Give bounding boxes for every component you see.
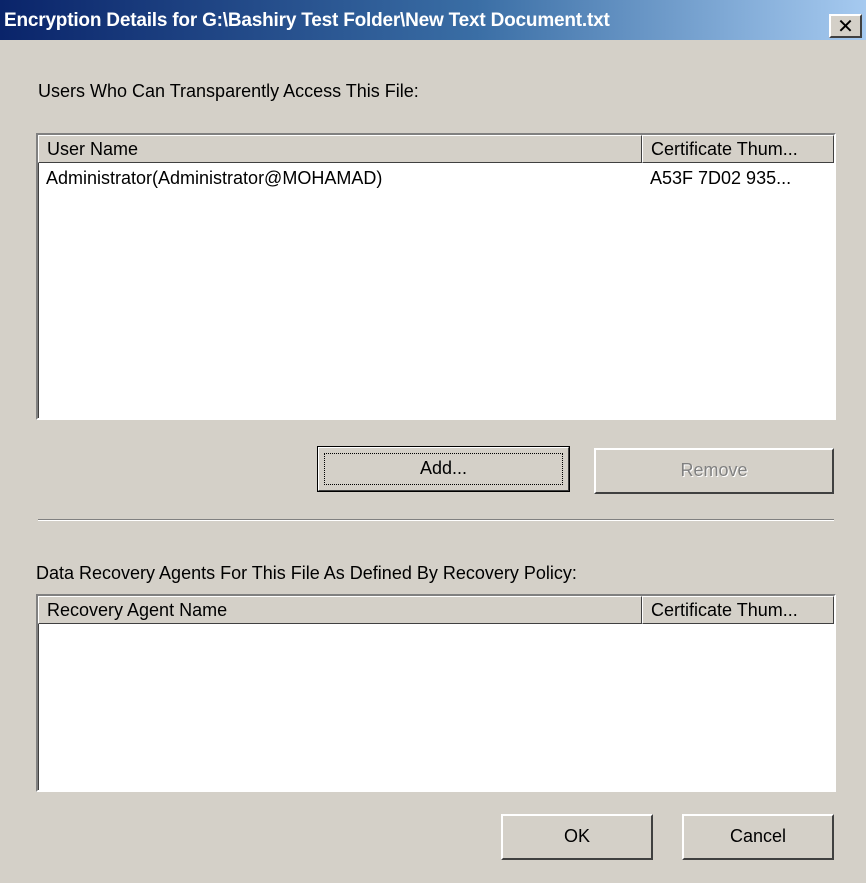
close-button[interactable]: ✕ [829,14,862,38]
thumbprint-cell: A53F 7D02 935... [650,168,792,188]
user-name-cell: Administrator(Administrator@MOHAMAD) [46,168,383,188]
users-list-header: User Name Certificate Thum... [38,135,834,163]
table-row[interactable]: Administrator(Administrator@MOHAMAD) A53… [38,165,834,191]
recovery-section-label: Data Recovery Agents For This File As De… [36,563,577,583]
users-list[interactable]: User Name Certificate Thum... Administra… [36,133,836,420]
column-header-certificate-thumbprint[interactable]: Certificate Thum... [642,596,834,624]
focus-rectangle [324,453,563,485]
column-header-certificate-thumbprint[interactable]: Certificate Thum... [642,135,834,163]
ok-button[interactable]: OK [501,814,653,860]
title-bar: Encryption Details for G:\Bashiry Test F… [0,0,866,40]
section-divider [38,519,834,521]
cancel-button[interactable]: Cancel [682,814,834,860]
recovery-list-header: Recovery Agent Name Certificate Thum... [38,596,834,624]
remove-button[interactable]: Remove [594,448,834,494]
column-header-user-name[interactable]: User Name [38,135,642,163]
column-header-recovery-agent-name[interactable]: Recovery Agent Name [38,596,642,624]
encryption-details-dialog: Encryption Details for G:\Bashiry Test F… [0,0,866,883]
add-button[interactable]: Add... [317,446,570,492]
ok-button-label: OK [563,826,590,846]
window-title: Encryption Details for G:\Bashiry Test F… [4,10,610,31]
cancel-button-label: Cancel [729,826,787,846]
recovery-agents-list[interactable]: Recovery Agent Name Certificate Thum... [36,594,836,792]
close-icon: ✕ [837,14,854,38]
users-section-label: Users Who Can Transparently Access This … [38,81,419,101]
remove-button-label: Remove [680,460,748,480]
